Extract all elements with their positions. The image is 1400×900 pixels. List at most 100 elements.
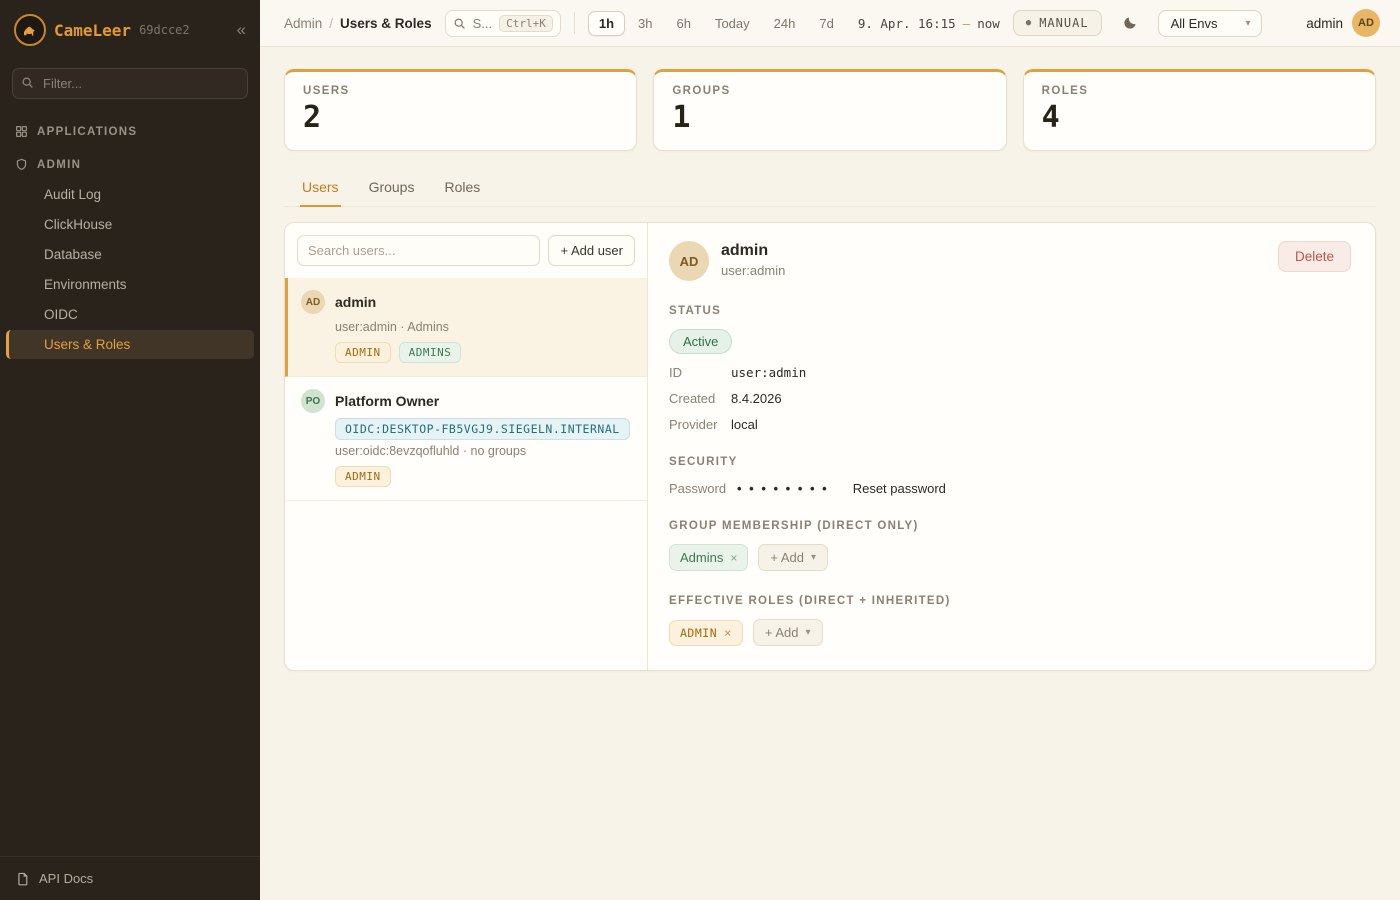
search-icon (21, 76, 34, 89)
header-divider (574, 12, 575, 34)
security-section-title: SECURITY (669, 456, 1351, 468)
reset-password-link[interactable]: Reset password (853, 481, 946, 496)
refresh-mode-label: MANUAL (1039, 16, 1088, 30)
stat-card-users: USERS 2 (284, 69, 637, 151)
add-role-button[interactable]: + Add ▾ (753, 619, 823, 646)
moon-icon (1122, 15, 1138, 31)
delete-user-button[interactable]: Delete (1278, 241, 1351, 272)
range-today[interactable]: Today (704, 11, 761, 36)
detail-user-name: admin (721, 242, 785, 260)
status-dot: ● (1026, 18, 1032, 28)
field-value: user:admin (731, 365, 806, 380)
add-role-label: + Add (765, 625, 799, 640)
chevron-down-icon: ▾ (805, 627, 810, 638)
detail-header: AD admin user:admin Delete (669, 241, 1351, 281)
stat-label: GROUPS (672, 85, 987, 97)
sidebar-item-database[interactable]: Database (6, 240, 254, 269)
field-row-id: ID user:admin (669, 365, 1351, 380)
tab-bar: Users Groups Roles (284, 173, 1376, 207)
range-6h[interactable]: 6h (665, 11, 701, 36)
user-menu[interactable]: admin AD (1306, 9, 1380, 37)
breadcrumb-current: Users & Roles (340, 16, 432, 31)
role-chip-label: ADMIN (680, 626, 717, 640)
sidebar-item-clickhouse[interactable]: ClickHouse (6, 210, 254, 239)
stat-card-groups: GROUPS 1 (653, 69, 1006, 151)
breadcrumb-admin[interactable]: Admin (284, 16, 322, 31)
time-window-display[interactable]: 9. Apr. 16:15 — now (858, 16, 1000, 31)
user-list-pane: + Add user AD admin user:admin · Admins … (285, 223, 648, 670)
status-section-title: STATUS (669, 305, 1351, 317)
tab-groups[interactable]: Groups (367, 173, 417, 207)
user-list-item-admin[interactable]: AD admin user:admin · Admins ADMIN ADMIN… (285, 278, 647, 377)
role-chip-admin: ADMIN × (669, 620, 743, 646)
api-docs-label: API Docs (39, 871, 93, 886)
sidebar-section-applications[interactable]: APPLICATIONS (0, 113, 260, 146)
field-label: ID (669, 365, 731, 380)
field-row-created: Created 8.4.2026 (669, 391, 1351, 406)
user-subtitle: user:admin · Admins (335, 320, 633, 334)
sidebar-item-audit-log[interactable]: Audit Log (6, 180, 254, 209)
add-user-button[interactable]: + Add user (548, 235, 635, 266)
time-range-selector: 1h 3h 6h Today 24h 7d (588, 11, 845, 36)
status-badge: Active (669, 329, 732, 354)
time-dash: — (963, 16, 971, 31)
stat-cards: USERS 2 GROUPS 1 ROLES 4 (284, 69, 1376, 151)
user-detail-pane: AD admin user:admin Delete STATUS Active… (648, 223, 1375, 670)
dark-mode-toggle[interactable] (1115, 8, 1145, 38)
sidebar-section-admin[interactable]: ADMIN (0, 146, 260, 179)
search-icon (453, 17, 466, 30)
stat-value: 2 (303, 100, 618, 135)
breadcrumb: Admin / Users & Roles (284, 16, 432, 31)
group-chips: Admins × + Add ▾ (669, 544, 1351, 571)
password-mask: • • • • • • • • (737, 481, 829, 496)
sidebar-item-users-roles[interactable]: Users & Roles (6, 330, 254, 359)
sidebar-item-oidc[interactable]: OIDC (6, 300, 254, 329)
group-membership-title: GROUP MEMBERSHIP (DIRECT ONLY) (669, 520, 1351, 532)
group-badge: ADMINS (399, 342, 462, 363)
remove-group-icon[interactable]: × (730, 551, 737, 565)
range-24h[interactable]: 24h (763, 11, 807, 36)
breadcrumb-separator: / (329, 16, 333, 31)
password-row: Password • • • • • • • • Reset password (669, 481, 1351, 496)
brand-name: CameLeer (54, 21, 131, 40)
time-end: now (977, 16, 1000, 31)
user-subtitle: user:oidc:8evzqofluhld · no groups (335, 444, 633, 458)
stat-value: 1 (672, 100, 987, 135)
field-row-provider: Provider local (669, 417, 1351, 432)
field-label: Created (669, 391, 731, 406)
sidebar-item-environments[interactable]: Environments (6, 270, 254, 299)
effective-roles-title: EFFECTIVE ROLES (DIRECT + INHERITED) (669, 595, 1351, 607)
tab-users[interactable]: Users (300, 173, 341, 207)
avatar: PO (301, 389, 325, 413)
sidebar-header: CameLeer 69dcce2 « (0, 0, 260, 58)
stat-label: ROLES (1042, 85, 1357, 97)
stat-card-roles: ROLES 4 (1023, 69, 1376, 151)
avatar: AD (1352, 9, 1380, 37)
api-docs-link[interactable]: API Docs (0, 856, 260, 900)
tab-roles[interactable]: Roles (442, 173, 482, 207)
username-label: admin (1306, 16, 1343, 31)
users-panel: + Add user AD admin user:admin · Admins … (284, 222, 1376, 671)
group-chip-label: Admins (680, 550, 723, 565)
oidc-provider-badge: OIDC:DESKTOP-FB5VGJ9.SIEGELN.INTERNAL (335, 418, 630, 440)
sidebar: CameLeer 69dcce2 « APPLICATIONS ADMIN Au… (0, 0, 260, 900)
field-label: Provider (669, 417, 731, 432)
global-search-button[interactable]: S... Ctrl+K (445, 10, 561, 37)
user-list-item-platform-owner[interactable]: PO Platform Owner OIDC:DESKTOP-FB5VGJ9.S… (285, 377, 647, 501)
refresh-mode-button[interactable]: ● MANUAL (1013, 10, 1102, 36)
detail-user-id: user:admin (721, 263, 785, 278)
time-start: 9. Apr. 16:15 (858, 16, 956, 31)
sidebar-filter-input[interactable] (12, 68, 248, 99)
search-users-input[interactable] (297, 235, 540, 266)
environment-select[interactable]: All Envs ▾ (1158, 10, 1262, 37)
global-search-text: S... (473, 16, 493, 31)
remove-role-icon[interactable]: × (724, 626, 732, 640)
sidebar-collapse-button[interactable]: « (237, 20, 246, 40)
add-group-button[interactable]: + Add ▾ (758, 544, 828, 571)
range-3h[interactable]: 3h (627, 11, 663, 36)
range-7d[interactable]: 7d (808, 11, 844, 36)
role-badge: ADMIN (335, 342, 391, 363)
build-id: 69dcce2 (139, 23, 190, 37)
range-1h[interactable]: 1h (588, 11, 625, 36)
document-icon (16, 872, 30, 886)
